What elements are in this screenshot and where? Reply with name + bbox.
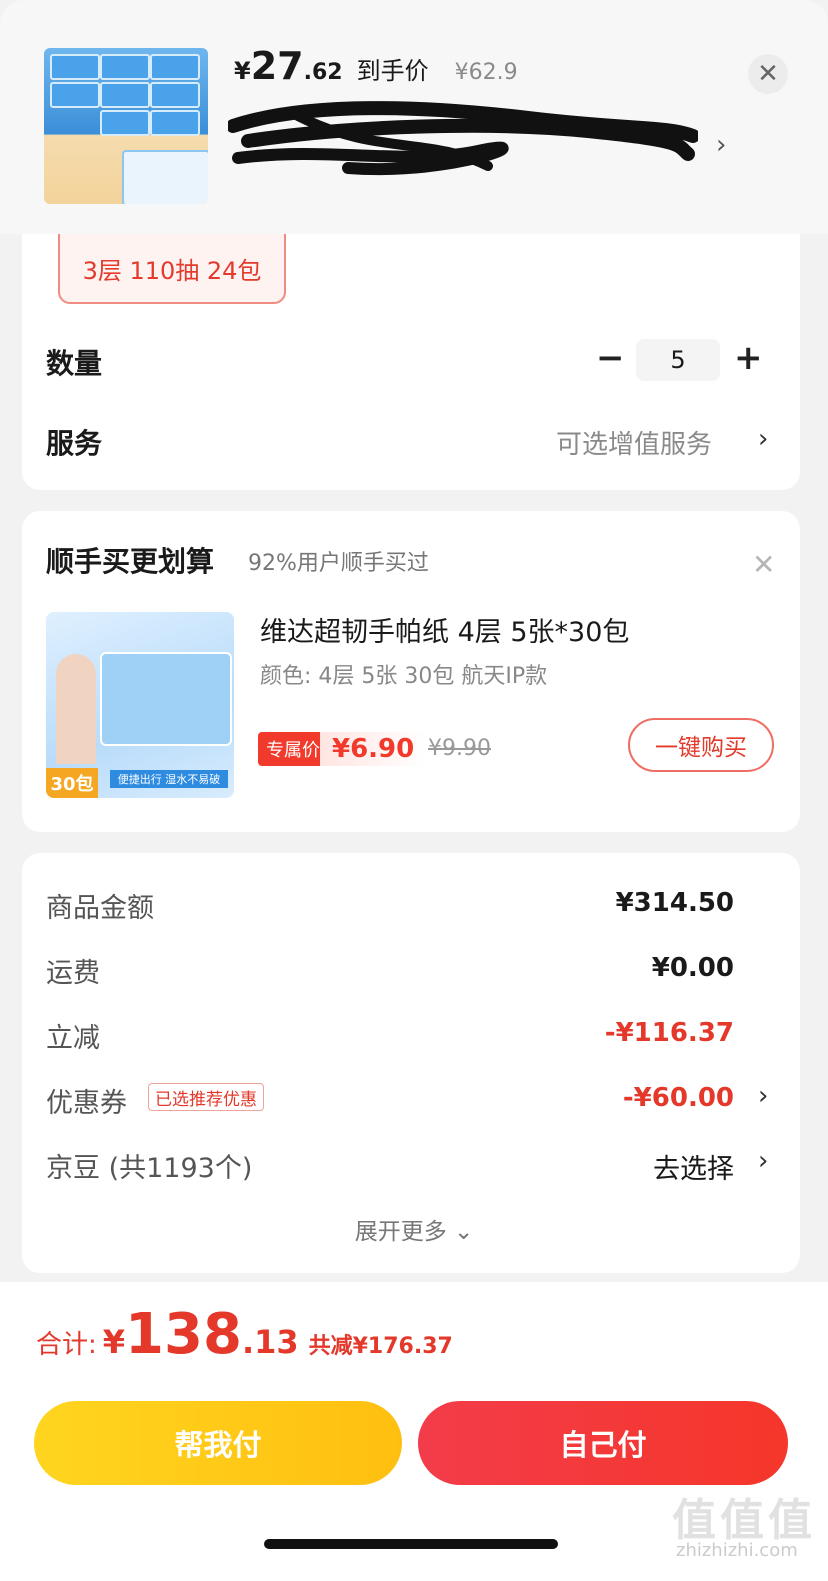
- jingdou-chevron-icon[interactable]: ›: [758, 1146, 768, 1176]
- price-integer: 27: [250, 44, 304, 88]
- pay-for-me-button[interactable]: 帮我付: [34, 1401, 402, 1485]
- total-decimal: .13: [241, 1323, 299, 1361]
- instant-discount-value: -¥116.37: [604, 1018, 734, 1048]
- exclusive-price: ¥6.90: [320, 732, 427, 766]
- one-click-buy-button[interactable]: 一键购买: [628, 718, 774, 772]
- goods-amount-label: 商品金额: [46, 893, 154, 924]
- upsell-image-badge: 30包: [46, 768, 98, 798]
- total-integer: 138: [125, 1302, 242, 1367]
- total-currency: ¥: [102, 1323, 126, 1361]
- product-thumbnail: [44, 48, 208, 204]
- coupon-label: 优惠券: [46, 1088, 127, 1119]
- total-label: 合计:: [36, 1330, 97, 1360]
- order-total: 合计: ¥ 138 .13 共减¥176.37: [36, 1302, 453, 1367]
- upsell-title: 顺手买更划算: [46, 545, 215, 578]
- price-currency: ¥: [234, 57, 251, 85]
- price-decimal: .62: [303, 60, 343, 85]
- quantity-label: 数量: [46, 347, 103, 380]
- upsell-close-icon[interactable]: ✕: [752, 548, 775, 581]
- shipping-label: 运费: [46, 958, 100, 989]
- quantity-value[interactable]: 5: [636, 339, 720, 381]
- watermark-site: zhizhizhi.com: [676, 1540, 798, 1561]
- pay-myself-button[interactable]: 自己付: [418, 1401, 788, 1485]
- coupon-chevron-icon[interactable]: ›: [758, 1081, 768, 1111]
- quantity-decrease-button[interactable]: −: [596, 338, 625, 378]
- close-icon: ✕: [757, 59, 779, 89]
- hand-price: ¥ 27 .62 到手价 ¥62.9: [234, 44, 518, 88]
- coupon-recommended-tag: 已选推荐优惠: [148, 1083, 264, 1111]
- address-redaction[interactable]: [228, 96, 698, 186]
- upsell-original-price: ¥9.90: [428, 736, 491, 761]
- spec-option-selected[interactable]: 3层 110抽 24包: [58, 234, 286, 304]
- service-value[interactable]: 可选增值服务: [556, 424, 712, 461]
- instant-discount-label: 立减: [46, 1023, 100, 1054]
- upsell-product-spec: 颜色: 4层 5张 30包 航天IP款: [260, 664, 548, 689]
- quantity-increase-button[interactable]: +: [734, 338, 763, 378]
- price-label: 到手价: [356, 57, 429, 85]
- upsell-product-image[interactable]: 30包 便捷出行 湿水不易破: [46, 612, 234, 798]
- service-label: 服务: [46, 427, 103, 460]
- watermark-logo: 值值值: [672, 1495, 816, 1546]
- upsell-subtitle: 92%用户顺手买过: [248, 551, 429, 576]
- upsell-image-caption: 便捷出行 湿水不易破: [110, 770, 228, 788]
- jingdou-select[interactable]: 去选择: [653, 1147, 734, 1186]
- upsell-product-name[interactable]: 维达超韧手帕纸 4层 5张*30包: [260, 610, 629, 649]
- coupon-value[interactable]: -¥60.00: [623, 1083, 734, 1113]
- service-chevron-icon[interactable]: ›: [758, 424, 768, 454]
- close-button[interactable]: ✕: [748, 54, 788, 94]
- home-indicator[interactable]: [264, 1539, 558, 1549]
- original-price: ¥62.9: [454, 60, 518, 85]
- goods-amount-value: ¥314.50: [615, 888, 734, 918]
- jingdou-label: 京豆 (共1193个): [46, 1153, 253, 1184]
- total-saved: 共减¥176.37: [308, 1334, 453, 1359]
- address-chevron-icon[interactable]: ›: [716, 130, 726, 160]
- expand-more-link[interactable]: 展开更多 ⌄: [0, 1212, 828, 1246]
- exclusive-price-tag: 专属价: [258, 732, 328, 766]
- shipping-value: ¥0.00: [651, 953, 734, 983]
